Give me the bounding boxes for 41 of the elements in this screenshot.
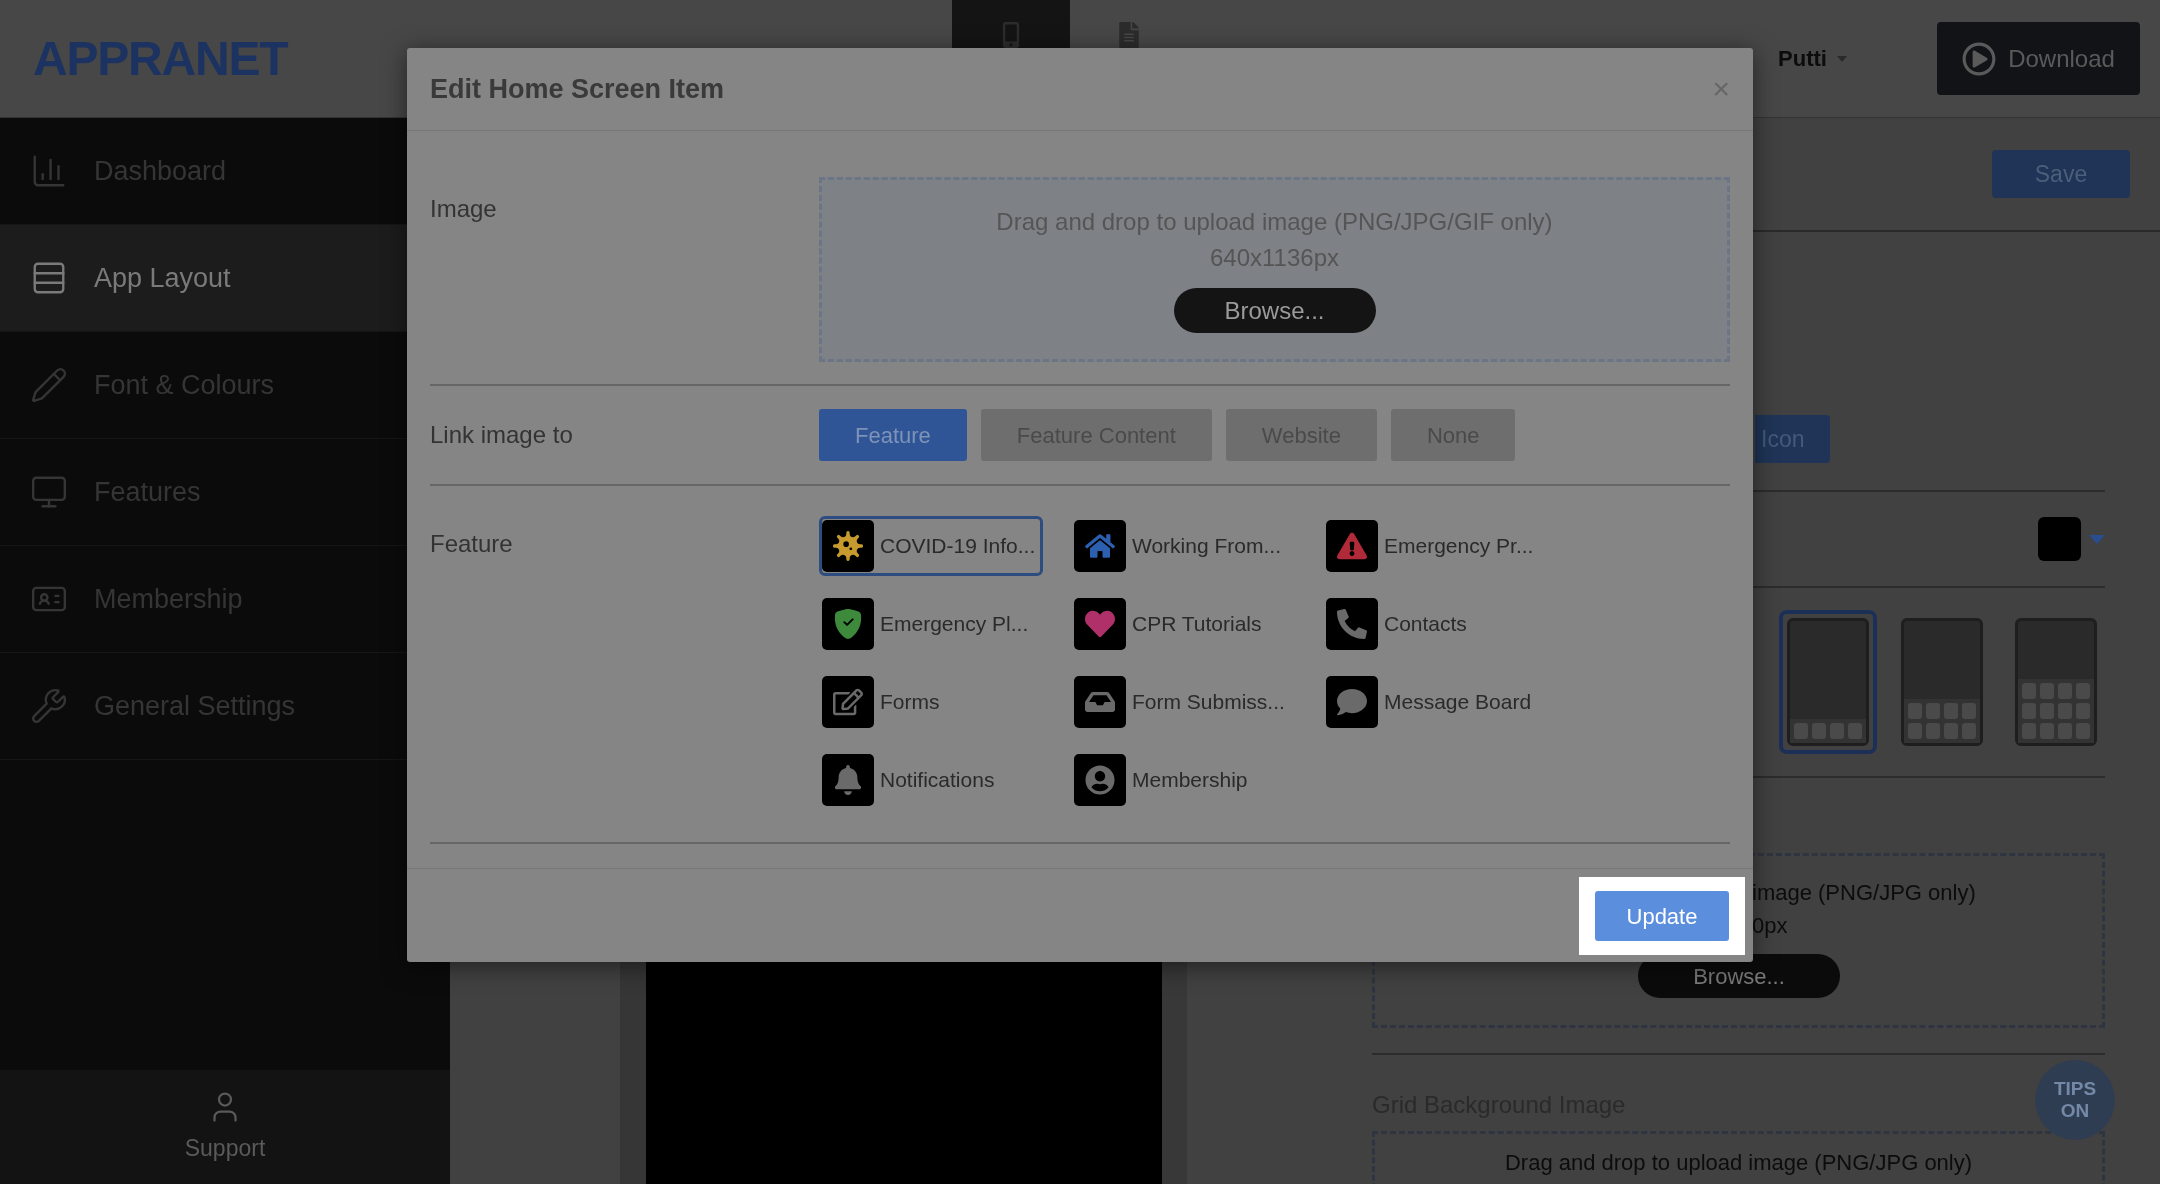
document-icon <box>1117 22 1141 48</box>
heart-icon <box>1085 609 1115 639</box>
feature-option[interactable]: Membership <box>1071 750 1295 810</box>
warning-icon <box>1337 531 1367 561</box>
bell-icon <box>833 765 863 795</box>
feature-option[interactable]: Form Submiss... <box>1071 672 1295 732</box>
feature-option[interactable]: COVID-19 Info... <box>819 516 1043 576</box>
feature-option[interactable]: Notifications <box>819 750 1043 810</box>
caret-icon <box>1837 55 1847 62</box>
dialog-title: Edit Home Screen Item <box>430 72 725 106</box>
color-swatch[interactable] <box>2038 517 2081 561</box>
layout-thumbnail[interactable] <box>1779 610 1877 754</box>
field-label: Image <box>430 195 497 222</box>
feature-option[interactable]: Message Board <box>1323 672 1547 732</box>
feature-option[interactable]: Contacts <box>1323 594 1547 654</box>
play-icon <box>1962 41 1997 76</box>
speech-bubble-icon <box>1337 687 1367 717</box>
feature-option[interactable]: Forms <box>819 672 1043 732</box>
house-icon <box>1085 531 1115 561</box>
shield-check-icon <box>833 609 863 639</box>
sidebar-item[interactable]: App Layout <box>0 225 407 332</box>
feature-option[interactable]: Working From... <box>1071 516 1295 576</box>
download-button[interactable]: Download <box>1937 22 2140 95</box>
wrench-icon <box>30 687 68 725</box>
phone-icon <box>1337 609 1367 639</box>
virus-icon <box>833 531 863 561</box>
feature-option[interactable]: Emergency Pl... <box>819 594 1043 654</box>
feature-option[interactable]: Emergency Pr... <box>1323 516 1547 576</box>
browse-button[interactable]: Browse... <box>1173 288 1376 333</box>
feature-option[interactable]: CPR Tutorials <box>1071 594 1295 654</box>
edit-icon <box>833 687 863 717</box>
update-button[interactable]: Update <box>1595 891 1729 941</box>
user-menu[interactable]: Putti <box>1778 42 1827 75</box>
support-link[interactable]: Support <box>0 1070 450 1184</box>
caret-icon <box>2089 534 2105 544</box>
pencil-icon <box>30 366 68 404</box>
field-label: Feature <box>430 530 513 557</box>
browse-button[interactable]: Browse... <box>1638 954 1840 998</box>
link-option-button[interactable]: Feature <box>819 409 967 461</box>
field-label: Link image to <box>430 421 573 448</box>
user-icon <box>1085 765 1115 795</box>
